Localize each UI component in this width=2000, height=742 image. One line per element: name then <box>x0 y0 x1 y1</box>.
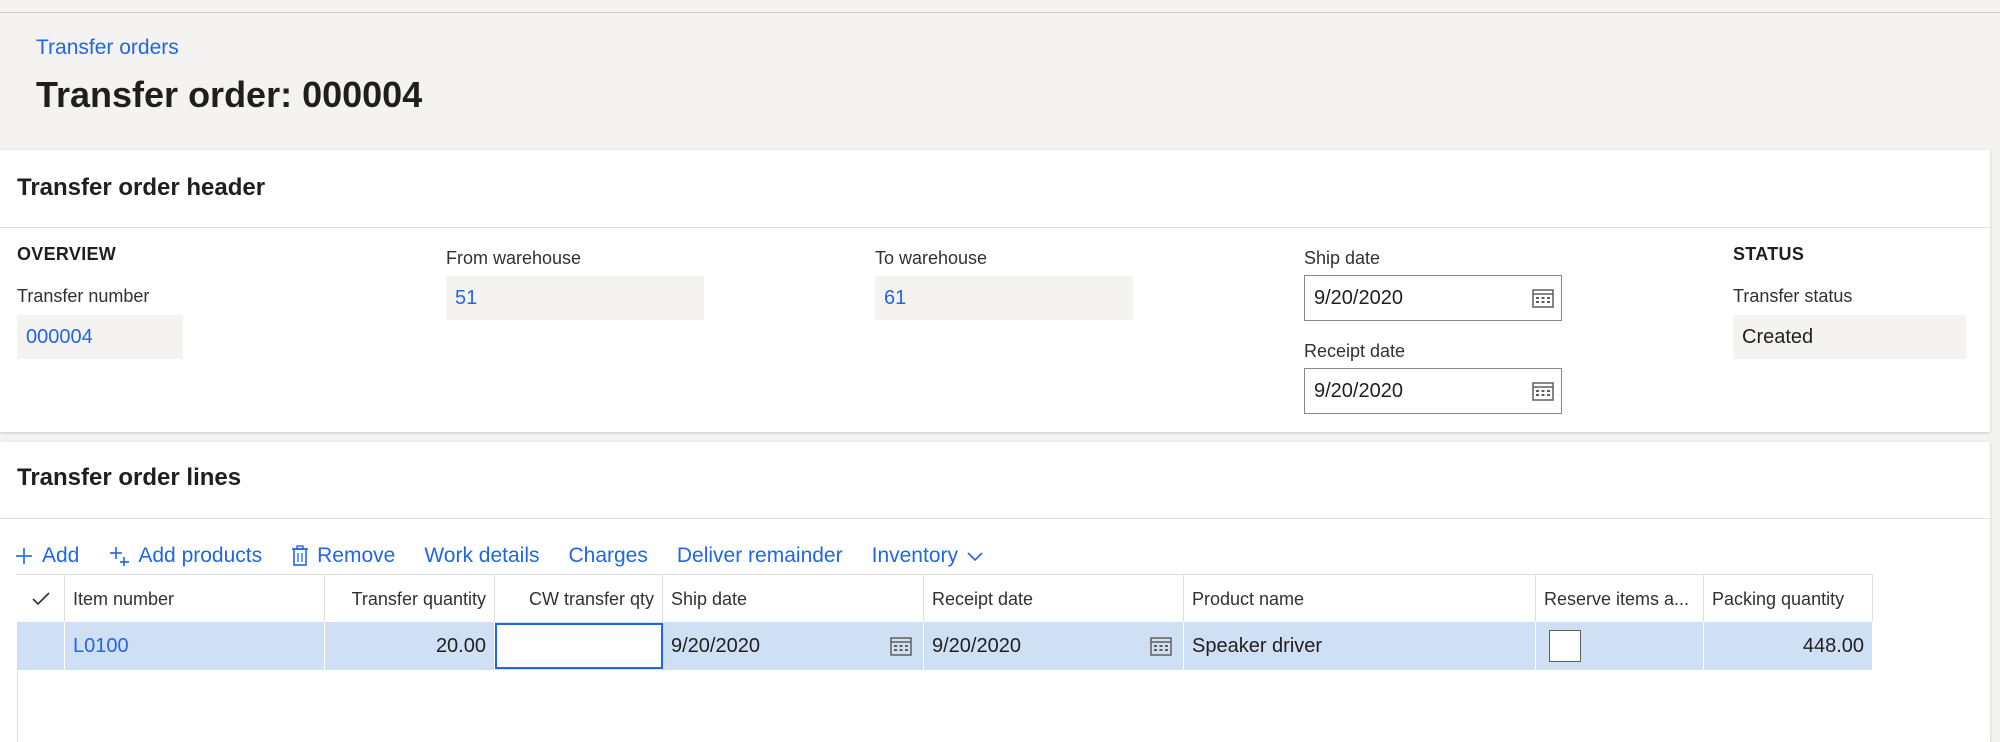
calendar-icon[interactable] <box>890 636 912 656</box>
status-group-label: STATUS <box>1733 244 1805 264</box>
column-header-product-name[interactable]: Product name <box>1184 575 1536 623</box>
cw-transfer-qty-input[interactable] <box>495 623 663 669</box>
reserve-items-checkbox[interactable] <box>1549 630 1581 662</box>
column-header-packing-quantity[interactable]: Packing quantity <box>1704 575 1873 623</box>
breadcrumb[interactable]: Transfer orders <box>36 36 179 60</box>
table-row[interactable]: L0100 20.00 9/20/2020 9/20/2020 Speaker … <box>17 622 1873 670</box>
receipt-date-label: Receipt date <box>1304 341 1406 361</box>
charges-button[interactable]: Charges <box>568 544 647 568</box>
work-details-button[interactable]: Work details <box>424 544 539 568</box>
add-button[interactable]: Add <box>14 544 79 568</box>
calendar-icon[interactable] <box>1150 636 1172 656</box>
product-name-cell[interactable]: Speaker driver <box>1184 622 1536 670</box>
lines-toolbar: Add Add products Remove Work details Cha… <box>14 536 1013 576</box>
from-warehouse-field[interactable]: 51 <box>446 276 704 320</box>
plus-icon <box>16 548 32 564</box>
packing-quantity-cell[interactable]: 448.00 <box>1704 622 1873 670</box>
to-warehouse-label: To warehouse <box>875 248 988 268</box>
chevron-down-icon <box>967 552 983 562</box>
column-header-reserve-items[interactable]: Reserve items a... <box>1536 575 1704 623</box>
row-select-cell[interactable] <box>17 622 65 670</box>
remove-button-label: Remove <box>317 544 396 567</box>
column-header-ship-date[interactable]: Ship date <box>663 575 924 623</box>
checkmark-icon <box>32 592 50 606</box>
add-products-button[interactable]: Add products <box>108 544 262 568</box>
calendar-icon[interactable] <box>1532 381 1554 401</box>
lines-divider <box>0 518 1990 519</box>
transfer-quantity-cell[interactable]: 20.00 <box>325 622 495 670</box>
receipt-date-cell[interactable]: 9/20/2020 <box>924 622 1184 670</box>
calendar-icon[interactable] <box>1532 288 1554 308</box>
lines-section-title[interactable]: Transfer order lines <box>17 464 241 492</box>
transfer-status-field: Created <box>1733 315 1966 359</box>
deliver-remainder-button[interactable]: Deliver remainder <box>677 544 843 568</box>
transfer-status-label: Transfer status <box>1733 286 1853 306</box>
add-products-button-label: Add products <box>138 544 263 567</box>
top-border <box>0 12 2000 13</box>
transfer-number-label: Transfer number <box>17 286 150 306</box>
header-divider <box>0 227 1990 228</box>
transfer-order-header-card: Transfer order header OVERVIEW Transfer … <box>0 150 1990 432</box>
header-section-title[interactable]: Transfer order header <box>17 174 265 202</box>
overview-group-label: OVERVIEW <box>17 244 117 264</box>
inventory-menu-label: Inventory <box>871 544 958 567</box>
trash-icon <box>292 545 309 566</box>
transfer-order-lines-card: Transfer order lines Add Add products Re… <box>0 442 1990 742</box>
to-warehouse-field[interactable]: 61 <box>875 276 1133 320</box>
from-warehouse-label: From warehouse <box>446 248 582 268</box>
column-header-cw-transfer-qty[interactable]: CW transfer qty <box>495 575 663 623</box>
ship-date-label: Ship date <box>1304 248 1381 268</box>
grid-header-row: Item number Transfer quantity CW transfe… <box>17 574 1873 623</box>
add-products-icon <box>110 547 130 566</box>
transfer-number-field[interactable]: 000004 <box>17 315 183 359</box>
page-title: Transfer order: 000004 <box>36 74 423 115</box>
select-all-column[interactable] <box>17 575 65 623</box>
column-header-item-number[interactable]: Item number <box>65 575 325 623</box>
item-number-cell[interactable]: L0100 <box>65 622 325 670</box>
add-button-label: Add <box>42 544 80 567</box>
column-header-receipt-date[interactable]: Receipt date <box>924 575 1184 623</box>
remove-button[interactable]: Remove <box>291 544 395 568</box>
ship-date-cell[interactable]: 9/20/2020 <box>663 622 924 670</box>
ship-date-input[interactable]: 9/20/2020 <box>1304 275 1562 321</box>
inventory-menu-button[interactable]: Inventory <box>872 544 984 568</box>
receipt-date-input[interactable]: 9/20/2020 <box>1304 368 1562 414</box>
column-header-transfer-quantity[interactable]: Transfer quantity <box>325 575 495 623</box>
